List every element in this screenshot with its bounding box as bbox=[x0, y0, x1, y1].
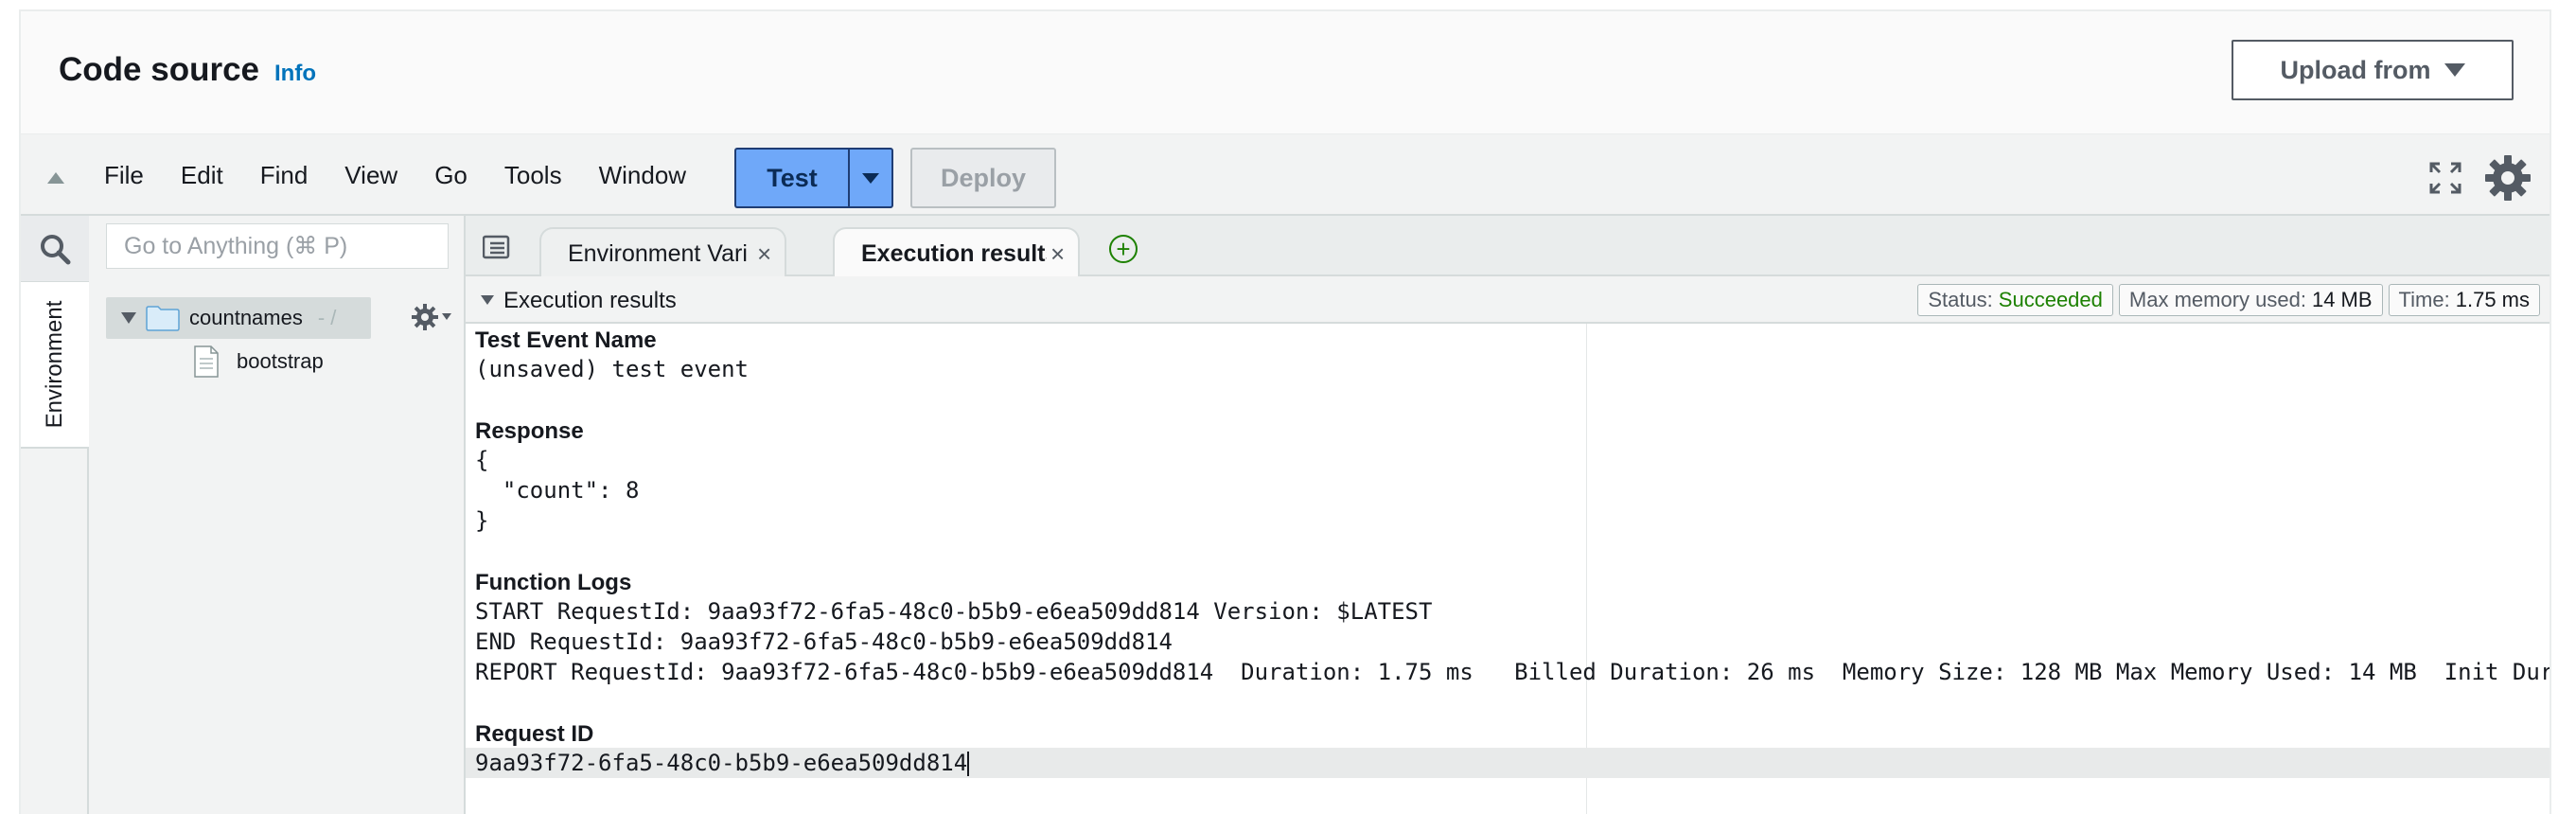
root-folder-name: countnames bbox=[189, 306, 303, 329]
time-value: 1.75 ms bbox=[2455, 288, 2530, 311]
caret-down-icon bbox=[862, 172, 879, 184]
request-id-value: 9aa93f72-6fa5-48c0-b5b9-e6ea509dd814 bbox=[475, 750, 968, 776]
menu-find[interactable]: Find bbox=[260, 161, 309, 190]
max-memory-value: 14 MB bbox=[2311, 288, 2373, 311]
upload-from-button[interactable]: Upload from bbox=[2232, 40, 2514, 100]
execution-output[interactable]: Test Event Name (unsaved) test event Res… bbox=[466, 324, 2550, 814]
ide-menubar: File Edit Find View Go Tools Window Test… bbox=[21, 134, 2550, 216]
menu-file[interactable]: File bbox=[104, 161, 144, 190]
print-margin-guide bbox=[1586, 324, 1587, 814]
upload-from-label: Upload from bbox=[2280, 55, 2431, 84]
gear-icon bbox=[412, 304, 438, 330]
test-dropdown-button[interactable] bbox=[848, 148, 893, 208]
function-logs-label: Function Logs bbox=[475, 570, 632, 595]
time-label: Time: bbox=[2398, 288, 2450, 311]
settings-gear-icon[interactable] bbox=[2483, 153, 2532, 203]
file-tree-panel: countnames - / bbox=[89, 216, 466, 814]
text-cursor bbox=[967, 752, 970, 776]
tab-environment-variables[interactable]: Environment Vari × bbox=[539, 227, 787, 278]
log-line: REPORT RequestId: 9aa93f72-6fa5-48c0-b5b… bbox=[475, 659, 2550, 685]
tabs-menu-icon[interactable] bbox=[483, 235, 511, 259]
tab-label: Execution results bbox=[861, 239, 1047, 267]
tree-settings-button[interactable] bbox=[411, 303, 458, 331]
request-id-label: Request ID bbox=[475, 721, 594, 747]
page-title: Code source bbox=[59, 51, 259, 88]
caret-down-icon bbox=[2444, 63, 2465, 77]
test-event-name-value: (unsaved) test event bbox=[475, 356, 749, 382]
response-line: "count": 8 bbox=[475, 477, 640, 504]
request-id-line: 9aa93f72-6fa5-48c0-b5b9-e6ea509dd814 bbox=[475, 750, 970, 776]
add-tab-icon[interactable]: + bbox=[1109, 235, 1138, 263]
info-link[interactable]: Info bbox=[274, 61, 316, 87]
deploy-button[interactable]: Deploy bbox=[910, 148, 1056, 208]
collapse-triangle-icon[interactable] bbox=[47, 172, 64, 184]
code-source-panel: Code source Info Upload from File Edit F… bbox=[19, 9, 2551, 814]
test-event-name-label: Test Event Name bbox=[475, 327, 657, 353]
response-label: Response bbox=[475, 418, 584, 444]
status-badge: Status: Succeeded bbox=[1917, 284, 2113, 316]
execution-results-header: Execution results Status: Succeeded Max … bbox=[466, 276, 2550, 324]
tree-root-folder[interactable]: countnames - / bbox=[106, 297, 371, 339]
tree-file-item[interactable]: bootstrap bbox=[193, 341, 324, 382]
search-icon bbox=[41, 234, 71, 264]
expand-triangle-icon[interactable] bbox=[121, 312, 136, 324]
test-button[interactable]: Test bbox=[734, 148, 848, 208]
file-icon bbox=[194, 345, 219, 378]
panel-header: Code source Info Upload from bbox=[21, 11, 2550, 134]
fullscreen-icon[interactable] bbox=[2428, 161, 2462, 195]
menu-go[interactable]: Go bbox=[434, 161, 468, 190]
menu-view[interactable]: View bbox=[344, 161, 397, 190]
menu-tools[interactable]: Tools bbox=[504, 161, 562, 190]
max-memory-badge: Max memory used: 14 MB bbox=[2118, 284, 2383, 316]
max-memory-label: Max memory used: bbox=[2128, 288, 2306, 311]
response-line: } bbox=[475, 507, 489, 534]
root-folder-suffix: - / bbox=[317, 306, 337, 329]
log-line: END RequestId: 9aa93f72-6fa5-48c0-b5b9-e… bbox=[475, 628, 1173, 655]
tab-label: Environment Vari bbox=[568, 239, 748, 267]
menu-window[interactable]: Window bbox=[599, 161, 686, 190]
menu-edit[interactable]: Edit bbox=[181, 161, 223, 190]
file-name: bootstrap bbox=[237, 349, 324, 373]
environment-tab[interactable]: Environment bbox=[21, 282, 89, 449]
status-label: Status: bbox=[1928, 288, 1993, 311]
environment-tab-label: Environment bbox=[42, 300, 67, 429]
result-badges: Status: Succeeded Max memory used: 14 MB… bbox=[1917, 284, 2540, 316]
log-line: START RequestId: 9aa93f72-6fa5-48c0-b5b9… bbox=[475, 598, 1433, 625]
time-badge: Time: 1.75 ms bbox=[2388, 284, 2540, 316]
close-icon[interactable]: × bbox=[1050, 239, 1065, 269]
response-line: { bbox=[475, 447, 489, 473]
status-value: Succeeded bbox=[1998, 288, 2103, 311]
collapse-triangle-icon[interactable] bbox=[481, 295, 494, 305]
go-to-anything-input[interactable] bbox=[106, 223, 449, 269]
search-cell[interactable] bbox=[21, 216, 89, 282]
test-button-group: Test bbox=[734, 148, 893, 208]
folder-icon bbox=[146, 306, 180, 331]
execution-results-title: Execution results bbox=[503, 288, 677, 313]
menu: File Edit Find View Go Tools Window bbox=[104, 134, 723, 216]
editor-tab-bar: Environment Vari × Execution results × + bbox=[466, 216, 2550, 278]
environment-strip: Environment bbox=[21, 216, 89, 814]
close-icon[interactable]: × bbox=[757, 239, 771, 269]
caret-down-icon bbox=[442, 313, 451, 320]
tab-execution-results[interactable]: Execution results × bbox=[833, 227, 1081, 278]
